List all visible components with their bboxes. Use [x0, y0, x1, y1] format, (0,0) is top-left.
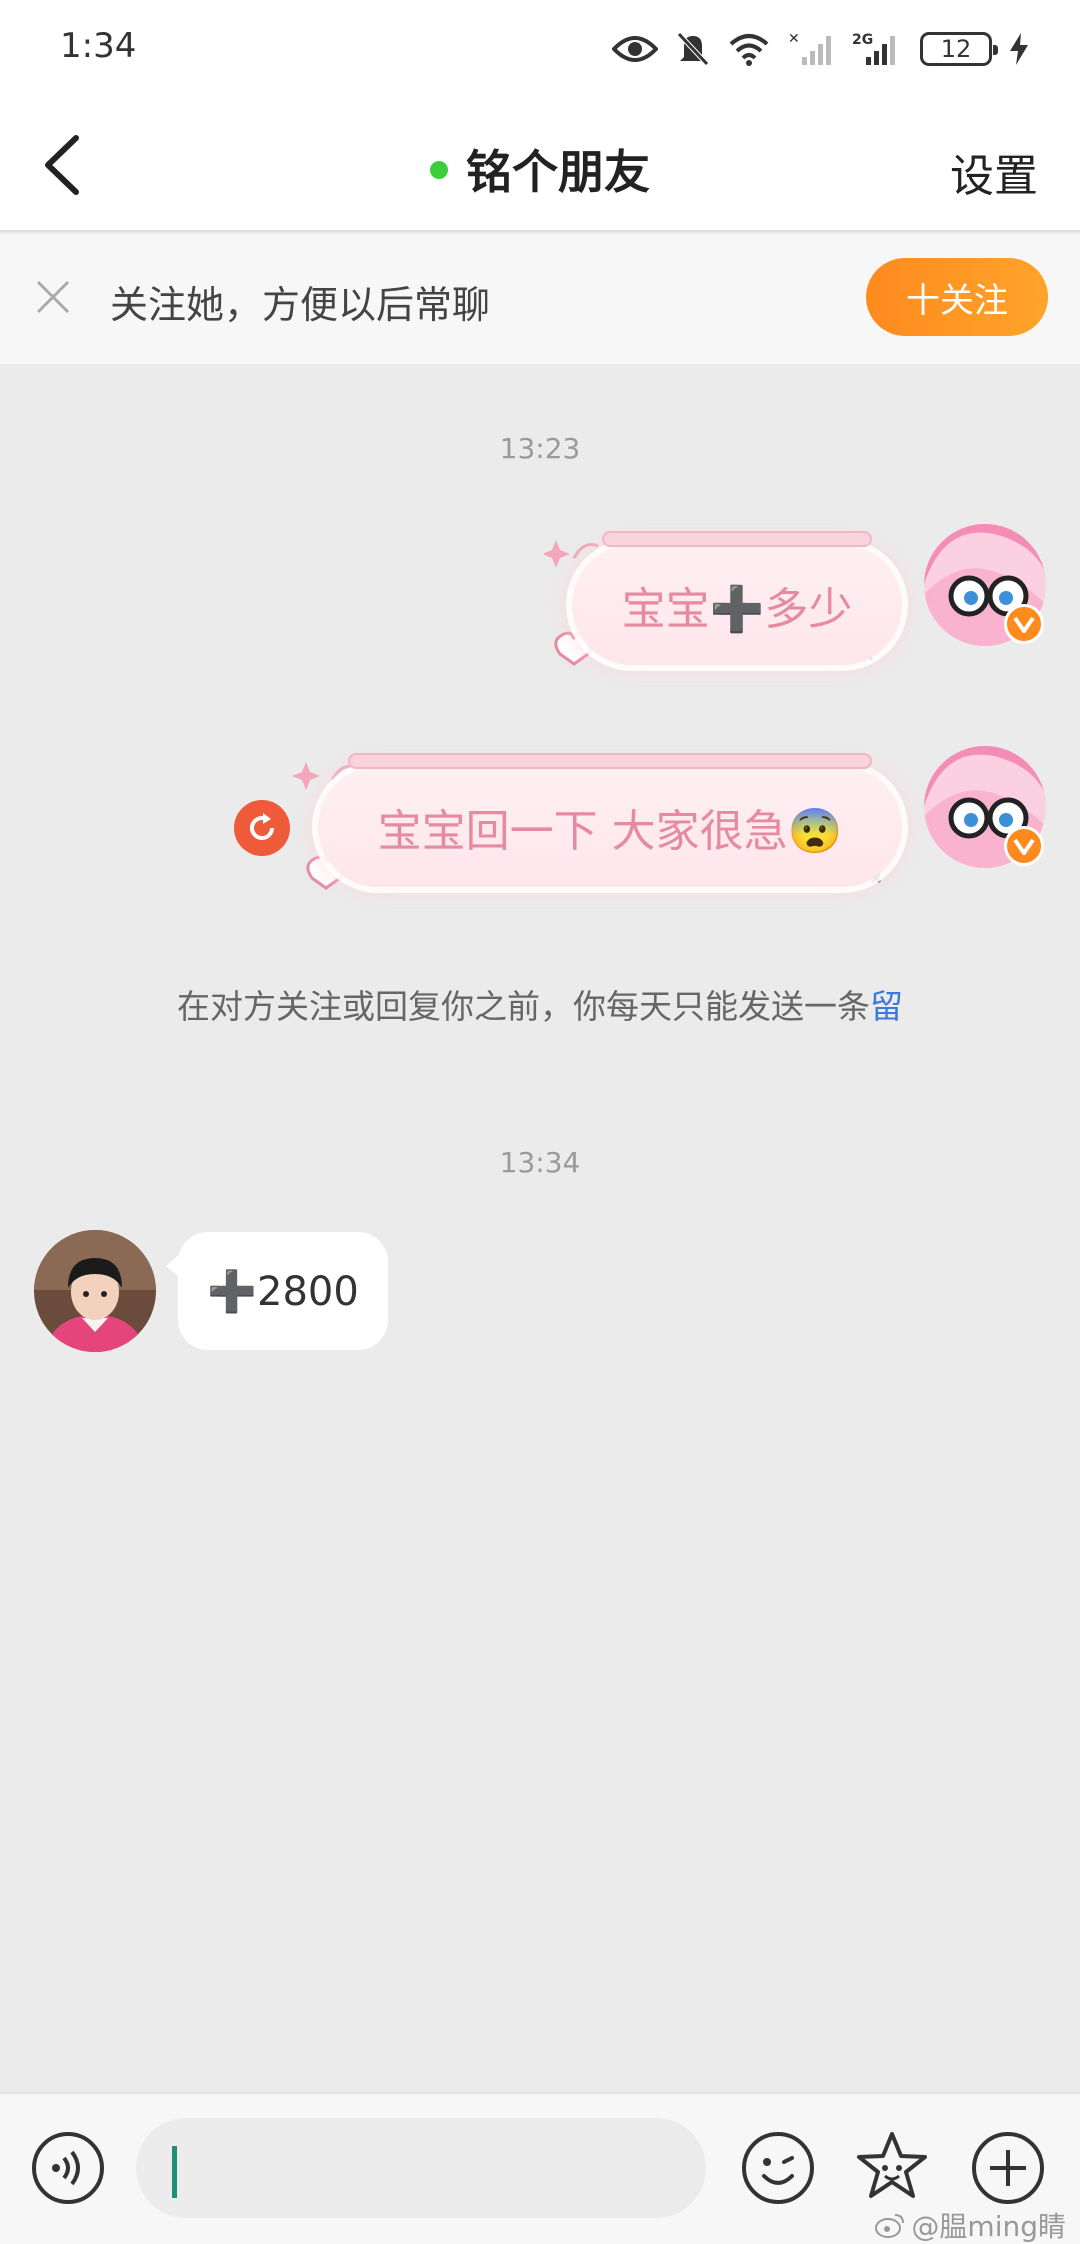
page-title[interactable]: 铭个朋友: [0, 136, 1080, 202]
boy-avatar-image: [34, 1230, 156, 1352]
message-text: ➕2800: [207, 1268, 359, 1315]
watermark: @腽ming睛: [875, 2205, 1066, 2244]
watermark-text: @腽ming睛: [911, 2210, 1066, 2243]
battery-indicator: 12: [920, 32, 998, 66]
system-notice-link[interactable]: 留: [870, 987, 903, 1026]
wifi-icon: [729, 34, 769, 66]
online-status-dot: [430, 161, 448, 179]
plus-icon[interactable]: [970, 2130, 1046, 2206]
emoji-icon[interactable]: [740, 2130, 816, 2206]
follow-prompt-text: 关注她，方便以后常聊: [110, 283, 491, 327]
eye-icon: [612, 36, 658, 62]
status-time: 1:34: [60, 26, 137, 66]
follow-banner: 关注她，方便以后常聊 十关注: [0, 234, 1080, 364]
status-icons: ✕ 2G 12: [612, 28, 1028, 70]
system-notice-text: 在对方关注或回复你之前，你每天只能发送一条: [177, 987, 870, 1026]
system-notice: 在对方关注或回复你之前，你每天只能发送一条留: [0, 980, 1080, 1028]
close-icon[interactable]: [30, 274, 76, 320]
bubble-rail: [602, 531, 872, 547]
contact-name: 铭个朋友: [466, 145, 650, 199]
message-bubble-received[interactable]: ➕2800: [166, 1232, 388, 1350]
charging-icon: [1010, 33, 1028, 65]
contact-avatar[interactable]: [34, 1230, 156, 1352]
svg-text:✕: ✕: [788, 31, 800, 47]
verified-badge-icon: [1004, 826, 1044, 866]
nav-bar: 铭个朋友 设置: [0, 100, 1080, 232]
chat-timestamp: 13:34: [499, 1146, 581, 1179]
resend-icon[interactable]: [234, 800, 290, 856]
bell-off-icon: [677, 32, 709, 66]
weibo-logo-icon: [875, 2214, 905, 2238]
signal-off-icon: ✕: [788, 31, 831, 65]
signal-2g-icon: 2G: [852, 32, 895, 65]
settings-button[interactable]: 设置: [950, 140, 1038, 204]
message-text: 宝宝回一下 大家很急😨: [377, 806, 843, 857]
bubble-rail: [348, 753, 872, 769]
sticker-icon[interactable]: [854, 2130, 930, 2206]
svg-text:2G: 2G: [852, 32, 873, 48]
message-text: 宝宝➕多少: [621, 584, 853, 635]
message-input[interactable]: [136, 2118, 706, 2218]
verified-badge-icon: [1004, 604, 1044, 644]
text-cursor: [172, 2146, 177, 2198]
follow-button[interactable]: 十关注: [866, 258, 1048, 336]
voice-icon[interactable]: [30, 2130, 106, 2206]
chat-timestamp: 13:23: [499, 432, 581, 465]
message-bubble-sent[interactable]: 宝宝回一下 大家很急😨: [318, 753, 902, 887]
status-bar: 1:34 ✕ 2G 12: [0, 0, 1080, 100]
message-bubble-sent[interactable]: 宝宝➕多少: [572, 531, 902, 665]
